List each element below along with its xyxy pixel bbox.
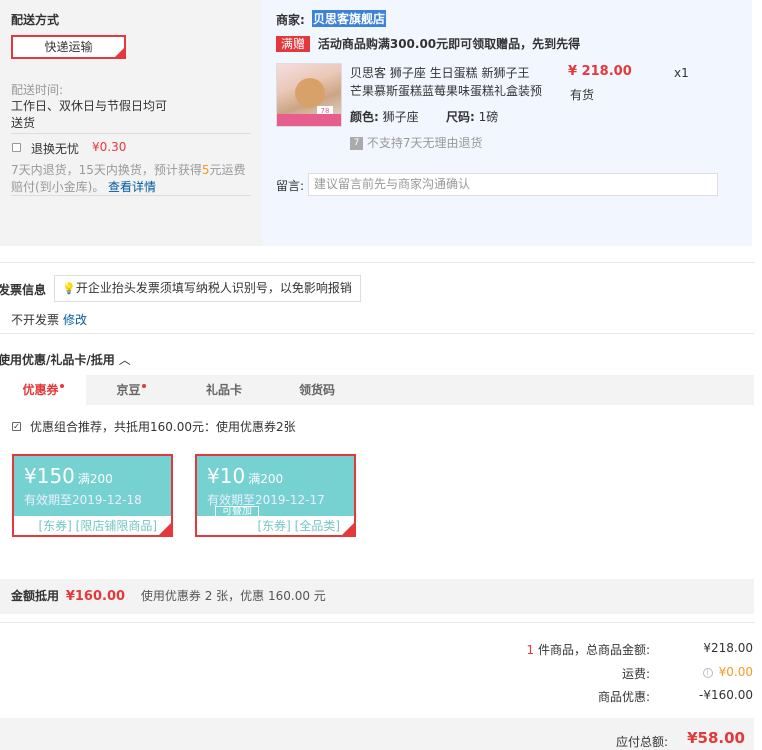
discount-total: -¥160.00: [699, 688, 753, 702]
selected-check-icon: [342, 523, 354, 535]
delivery-time-label: 配送时间:: [11, 83, 64, 97]
selected-corner-icon: [115, 48, 124, 57]
discount-summary: 金额抵用 ¥160.00 使用优惠券 2 张，优惠 160.00 元: [0, 579, 754, 614]
chevron-up-icon: ︿: [118, 353, 131, 367]
coupon-card[interactable]: ¥150 满200 有效期至2019-12-18 [东券] [限店铺限商品]: [12, 454, 173, 537]
worry-free-description: 7天内退货，15天内换货，预计获得5元运费: [11, 163, 246, 177]
payable-bar: 应付总额: ¥58.00: [0, 718, 754, 750]
divider: [0, 333, 754, 334]
shipping-fee-label: 运费:: [621, 667, 650, 681]
divider: [11, 133, 251, 134]
product-color: 颜色: 狮子座: [350, 110, 419, 124]
delivery-time-value-cont: 送货: [11, 116, 36, 130]
info-icon[interactable]: i: [702, 667, 713, 678]
coupon-face: ¥150 满200 有效期至2019-12-18: [14, 456, 171, 516]
gift-text: 活动商品购满300.00元即可领取赠品，先到先得: [317, 37, 581, 51]
discount-tabs: 优惠券 京豆 礼品卡 领货码: [0, 375, 754, 405]
stock-status: 有货: [570, 88, 595, 102]
payable-amount: ¥58.00: [687, 729, 745, 747]
invoice-title: 发票信息: [0, 283, 47, 297]
delivery-time-value: 工作日、双休日与节假日均可: [11, 99, 168, 113]
coupon-amount: ¥150 满200: [24, 464, 113, 488]
tab-gift-card[interactable]: 礼品卡: [176, 375, 272, 405]
coupon-categories: [东券] [限店铺限商品]: [38, 519, 157, 533]
coupon-categories: [东券] [全品类]: [257, 519, 340, 533]
product-title-cont[interactable]: 芒果慕斯蛋糕蓝莓果味蛋糕礼盒装预: [350, 82, 542, 99]
gift-promo: 满赠 活动商品购满300.00元即可领取赠品，先到先得: [276, 35, 580, 52]
return-policy: 7 不支持7天无理由退货: [350, 134, 482, 151]
product-size: 尺码: 1磅: [446, 110, 499, 124]
recommend-checkbox[interactable]: [12, 419, 21, 433]
notice-dot: [59, 384, 64, 388]
divider: [0, 622, 754, 623]
worry-free-checkbox[interactable]: [12, 140, 21, 154]
note-label: 留言:: [276, 179, 305, 193]
express-shipping-label: 快递运输: [44, 40, 93, 54]
payable-label: 应付总额:: [615, 735, 668, 749]
invoice-modify-link[interactable]: 修改: [63, 311, 87, 328]
seven-day-icon: 7: [350, 137, 363, 150]
coupon-card[interactable]: ¥10 满200 有效期至2019-12-17 可叠加 [东券] [全品类]: [195, 454, 356, 537]
selected-check-icon: [159, 523, 171, 535]
product-quantity: x1: [674, 66, 689, 80]
view-details-link[interactable]: 查看详情: [108, 178, 156, 195]
summary-amount: ¥160.00: [65, 589, 126, 604]
product-image[interactable]: 78: [276, 63, 342, 127]
invoice-status: 不开发票: [11, 313, 60, 327]
divider: [0, 262, 754, 263]
worry-free-price: ¥0.30: [92, 140, 127, 154]
worry-free-label: 退换无忧: [31, 142, 80, 156]
discounts-toggle[interactable]: 使用优惠/礼品卡/抵用 ︿: [0, 351, 131, 368]
summary-desc: 使用优惠券 2 张，优惠 160.00 元: [140, 589, 326, 603]
stackable-badge: 可叠加: [215, 506, 259, 516]
coupon-face: ¥10 满200 有效期至2019-12-17 可叠加: [197, 456, 354, 516]
discount-label: 商品优惠:: [597, 690, 650, 704]
worry-free-description-cont: 赔付(到小金库)。: [11, 180, 105, 194]
note-input[interactable]: 建议留言前先与商家沟通确认: [308, 173, 718, 196]
goods-count-label: 1 件商品，总商品金额:: [526, 643, 650, 657]
tab-redeem-code[interactable]: 领货码: [272, 375, 362, 405]
tab-jd-beans[interactable]: 京豆: [86, 375, 176, 405]
express-shipping-button[interactable]: 快递运输: [11, 35, 126, 59]
shipping-title: 配送方式: [11, 13, 60, 27]
store-label: 商家:: [276, 13, 305, 27]
product-title[interactable]: 贝思客 狮子座 生日蛋糕 新狮子王: [350, 64, 529, 81]
image-banner: [277, 114, 341, 126]
notice-dot: [141, 384, 146, 388]
goods-total: ¥218.00: [703, 641, 753, 655]
shipping-fee: i ¥0.00: [702, 665, 753, 679]
lightbulb-icon: 💡: [62, 282, 76, 295]
tab-coupons[interactable]: 优惠券: [0, 375, 86, 405]
invoice-tip: 💡 开企业抬头发票须填写纳税人识别号，以免影响报销: [54, 275, 361, 302]
product-price: ¥ 218.00: [568, 64, 632, 79]
cake-decoration: [295, 78, 325, 108]
recommend-text: 优惠组合推荐，共抵用160.00元：使用优惠券2张: [30, 420, 296, 434]
summary-label: 金额抵用: [11, 589, 60, 603]
store-name-link[interactable]: 贝思客旗舰店: [312, 10, 387, 27]
gift-badge: 满赠: [276, 36, 311, 52]
coupon-amount: ¥10 满200: [207, 464, 284, 488]
divider: [11, 195, 251, 196]
coupon-expiry: 有效期至2019-12-18: [24, 493, 142, 507]
